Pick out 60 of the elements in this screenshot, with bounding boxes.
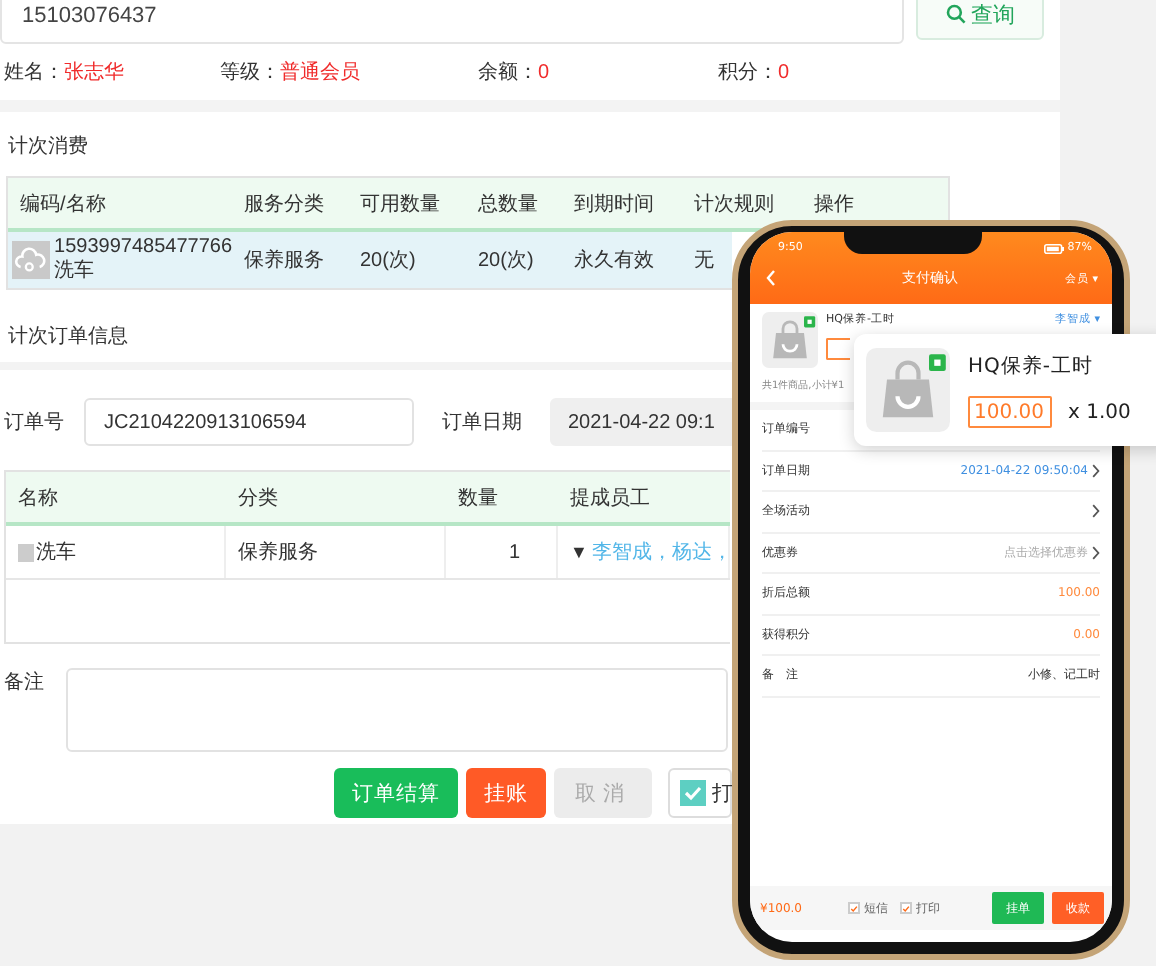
table-cell: 洗车 xyxy=(6,526,226,578)
section-title: 计次订单信息 xyxy=(8,326,128,348)
search-button[interactable]: 查询 xyxy=(916,0,1044,40)
column-header: 编码/名称 xyxy=(18,191,108,217)
order-number-field[interactable]: JC2104220913106594 xyxy=(84,398,414,446)
bag-icon xyxy=(762,312,818,368)
field-label: 订单号 xyxy=(4,409,66,436)
table-cell-text: 保养服务 xyxy=(242,247,326,274)
table-cell-text: 20(次) xyxy=(476,248,536,274)
field-label: 备注 xyxy=(4,669,46,698)
field-label: 余额： xyxy=(478,62,538,84)
table-cell: 1593997485477766 洗车 xyxy=(54,236,232,284)
back-icon[interactable] xyxy=(766,270,776,286)
checkbox[interactable] xyxy=(680,780,706,806)
column-header: 服务分类 xyxy=(242,191,326,217)
staff-link[interactable]: 李智成，杨达， xyxy=(591,538,730,566)
column-header: 数量 xyxy=(456,485,500,511)
section-title: 计次消费 xyxy=(8,136,88,158)
print-checkbox[interactable]: 打 xyxy=(668,768,732,818)
table-cell-text: 20(次) xyxy=(358,248,418,274)
search-field[interactable]: 15103076437 xyxy=(0,0,904,44)
chevron-icon[interactable] xyxy=(1092,545,1100,560)
table-cell-text: 永久有效 xyxy=(572,247,656,274)
quantity-text: x 1.00 xyxy=(1068,401,1131,423)
chevron-icon[interactable] xyxy=(1092,504,1100,519)
column-header: 总数量 xyxy=(476,191,540,217)
column-header: 分类 xyxy=(236,485,280,511)
field-label: 积分： xyxy=(718,62,778,84)
field-value: 普通会员 xyxy=(280,62,360,84)
chevron-icon[interactable] xyxy=(1092,463,1100,478)
field-value: 0 xyxy=(538,62,550,84)
checkbox[interactable] xyxy=(900,902,912,914)
battery-icon xyxy=(1043,243,1064,253)
bag-icon xyxy=(866,348,950,432)
field-label: 姓名： xyxy=(4,62,64,84)
field-value: 张志华 xyxy=(64,62,124,84)
field-label: 等级： xyxy=(220,62,280,84)
column-header: 到期时间 xyxy=(572,191,656,217)
field-label: 订单日期 xyxy=(442,409,524,436)
table-cell: 保养服务 xyxy=(226,526,446,578)
remark-field[interactable] xyxy=(66,668,728,752)
column-header: 计次规则 xyxy=(692,191,776,217)
action-button[interactable]: 订单结算 xyxy=(334,768,458,818)
column-header: 操作 xyxy=(812,191,856,217)
column-header: 名称 xyxy=(16,485,60,511)
action-button[interactable]: 挂账 xyxy=(466,768,546,818)
column-header: 提成员工 xyxy=(568,485,652,511)
price-field[interactable] xyxy=(826,338,850,360)
product-name: HQ保养-工时 xyxy=(968,353,1095,380)
order-date-field[interactable]: 2021-04-22 09:1 xyxy=(550,398,732,446)
phone-notch xyxy=(844,232,982,254)
table-cell-text: 无 xyxy=(692,248,716,274)
search-icon xyxy=(945,4,965,24)
checkbox[interactable] xyxy=(848,902,860,914)
column-header: 可用数量 xyxy=(358,191,442,217)
cloud-image-icon xyxy=(12,238,51,282)
price-field[interactable]: 100.00 xyxy=(968,396,1052,428)
field-value: 0 xyxy=(778,62,790,84)
table-cell: 1 xyxy=(446,526,558,578)
caret-icon[interactable]: ▼ xyxy=(570,542,588,562)
